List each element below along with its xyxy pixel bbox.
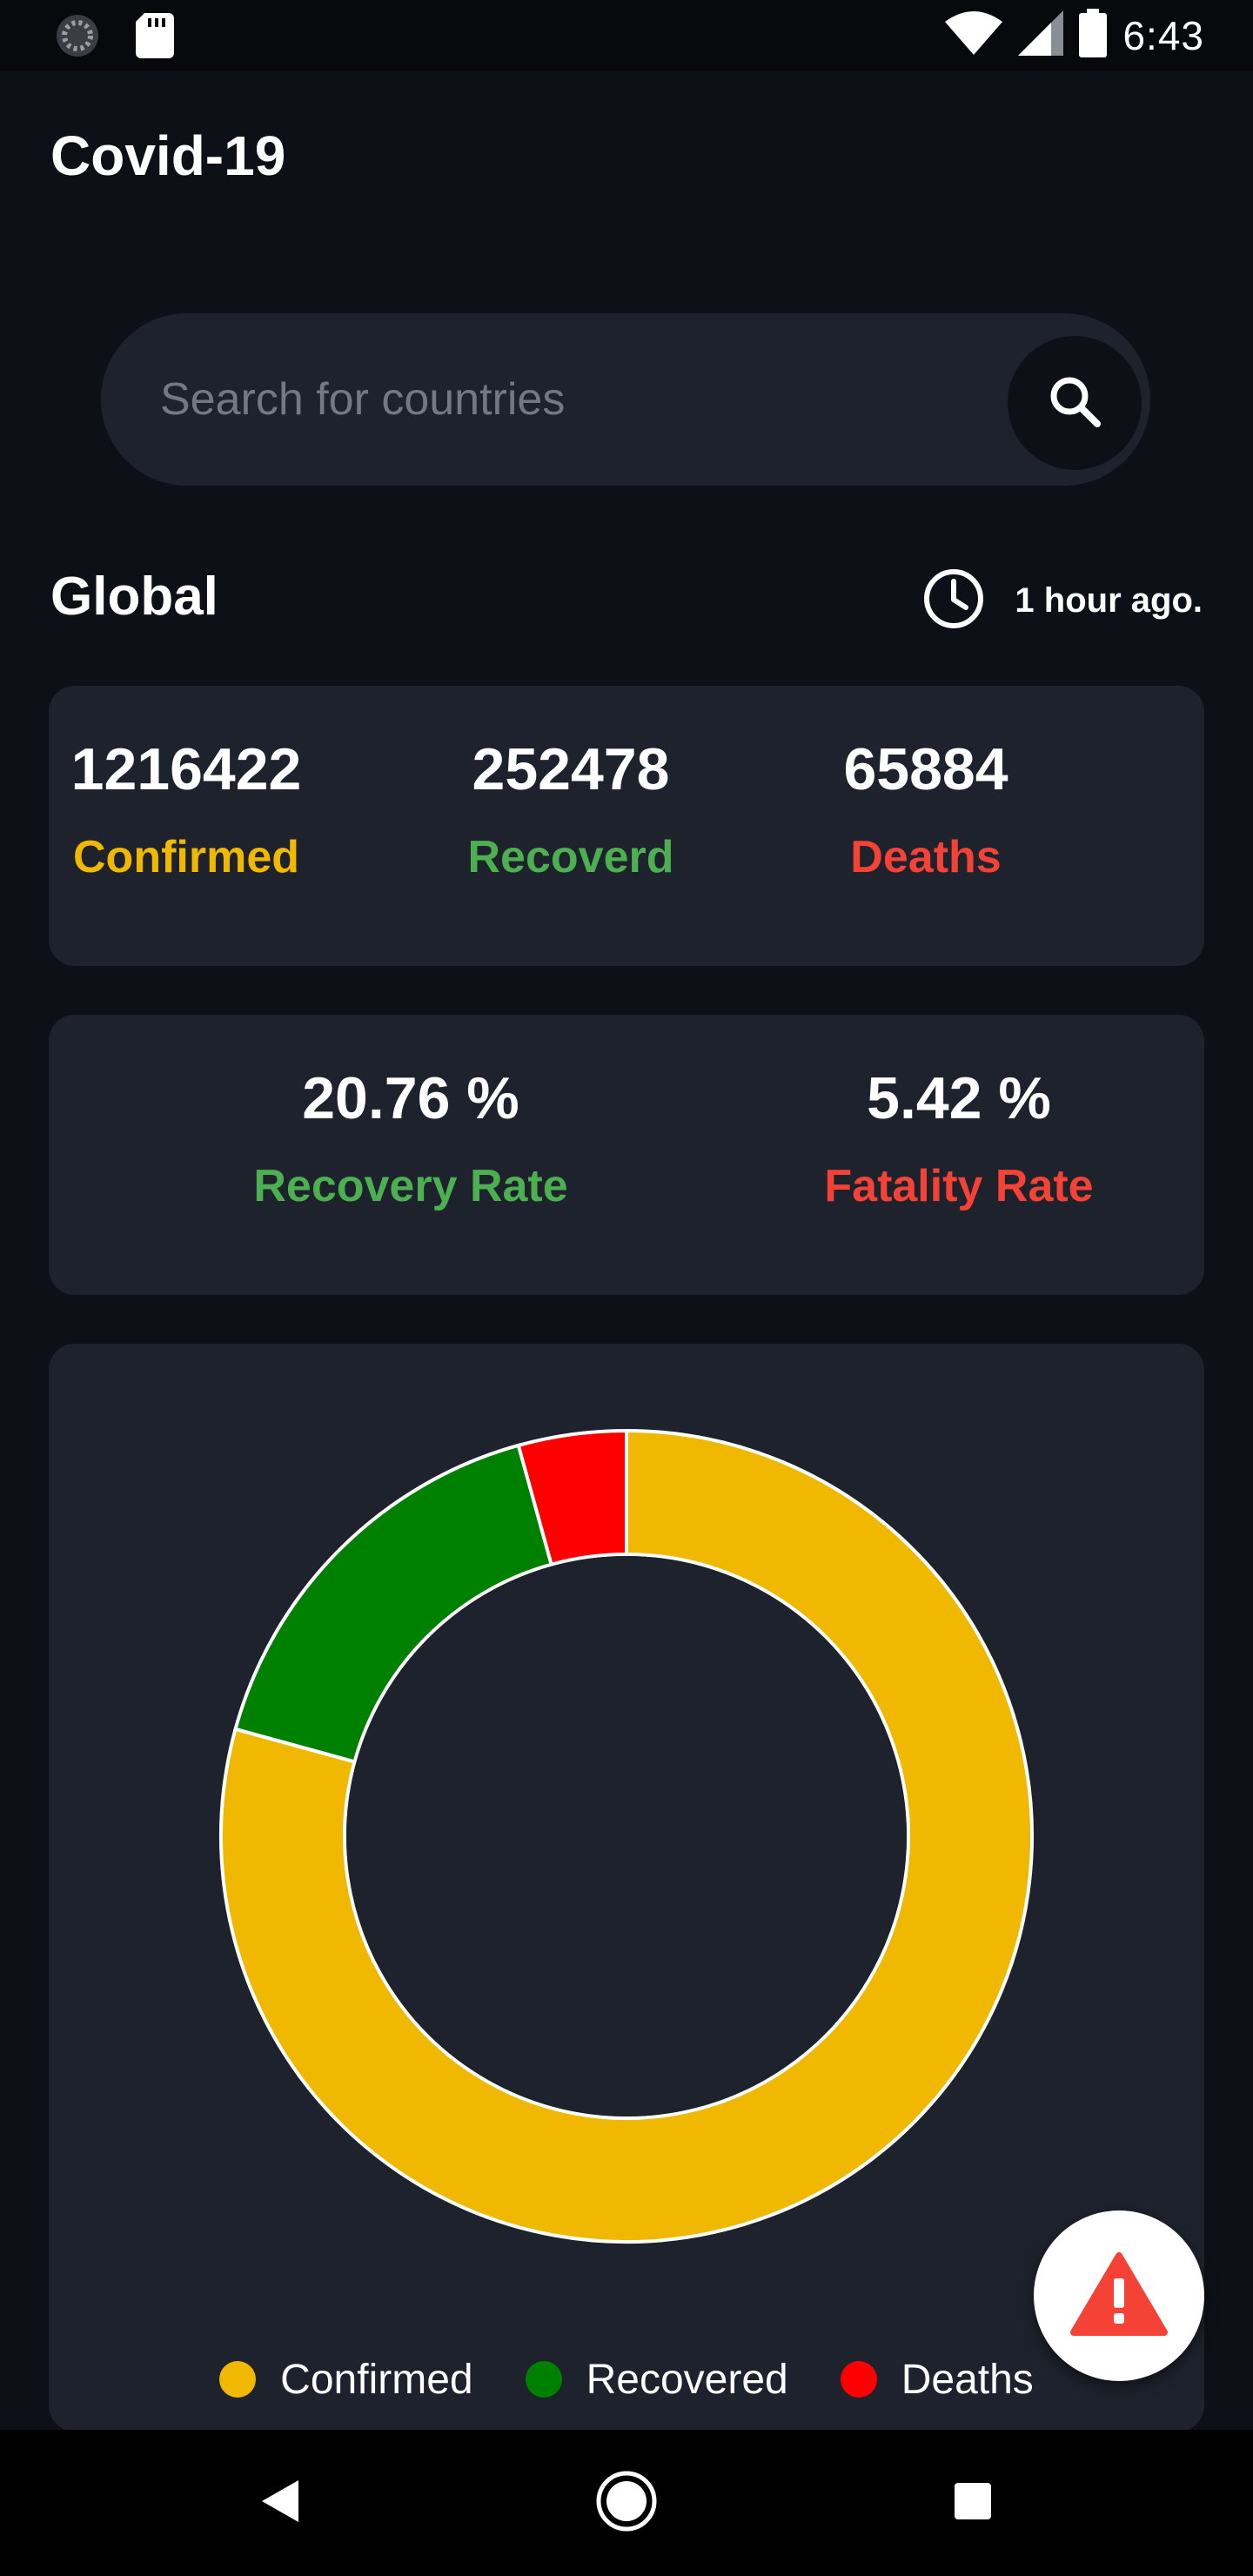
warning-icon	[1070, 2251, 1168, 2340]
legend-label: Deaths	[901, 2356, 1034, 2403]
stat-label: Deaths	[850, 831, 1002, 882]
back-button[interactable]	[245, 2468, 315, 2538]
sd-card-icon	[136, 13, 174, 63]
legend-dot	[840, 2361, 877, 2398]
section-title-global: Global	[50, 567, 218, 627]
stat-label: Recoverd	[467, 831, 674, 882]
rate-label: Recovery Rate	[253, 1160, 568, 1211]
last-updated: 1 hour ago.	[922, 566, 1203, 635]
search-bar	[101, 313, 1150, 486]
chart-card: Confirmed Recovered Deaths	[49, 1344, 1204, 2432]
search-input[interactable]	[158, 313, 985, 486]
home-button[interactable]	[592, 2468, 661, 2538]
donut-hole	[346, 1556, 907, 2116]
battery-icon	[1079, 9, 1108, 62]
stat-confirmed: 1216422 Confirmed	[30, 686, 343, 884]
search-icon	[1047, 373, 1102, 433]
rates-card: 20.76 % Recovery Rate 5.42 % Fatality Ra…	[49, 1015, 1204, 1295]
global-stats-card: 1216422 Confirmed 252478 Recoverd 65884 …	[49, 686, 1204, 966]
alert-fab[interactable]	[1034, 2210, 1204, 2381]
stat-deaths: 65884 Deaths	[769, 686, 1082, 884]
recents-button[interactable]	[938, 2468, 1008, 2538]
back-icon	[260, 2479, 300, 2528]
status-time: 6:43	[1122, 12, 1204, 58]
legend-label: Confirmed	[280, 2356, 473, 2403]
stat-label: Confirmed	[73, 831, 299, 882]
app-bar: Covid-19	[0, 71, 1253, 245]
rate-label: Fatality Rate	[824, 1160, 1094, 1211]
donut-chart	[219, 1428, 1034, 2244]
rate-value: 5.42 %	[867, 1065, 1051, 1131]
stat-recovered: 252478 Recoverd	[414, 686, 727, 884]
recovery-rate: 20.76 % Recovery Rate	[202, 1015, 620, 1213]
search-button[interactable]	[1008, 336, 1142, 470]
recents-icon	[953, 2481, 993, 2526]
legend-label: Recovered	[586, 2356, 788, 2403]
stat-value: 65884	[843, 736, 1008, 802]
loading-icon	[54, 12, 101, 64]
fatality-rate: 5.42 % Fatality Rate	[750, 1015, 1168, 1213]
legend-item-recovered: Recovered	[525, 2356, 788, 2404]
legend-dot	[219, 2361, 257, 2398]
rate-value: 20.76 %	[302, 1065, 519, 1131]
app-title: Covid-19	[50, 124, 286, 187]
legend-item-confirmed: Confirmed	[219, 2356, 473, 2404]
last-updated-text: 1 hour ago.	[1015, 580, 1203, 620]
legend-dot	[525, 2361, 562, 2398]
cell-signal-icon	[1018, 10, 1064, 60]
clock-icon	[922, 567, 985, 634]
home-icon	[595, 2470, 658, 2537]
wifi-icon	[945, 11, 1003, 59]
legend-item-deaths: Deaths	[840, 2356, 1034, 2404]
stat-value: 1216422	[70, 736, 302, 802]
stat-value: 252478	[472, 736, 670, 802]
navigation-bar	[0, 2430, 1253, 2576]
status-bar: 6:43	[0, 0, 1253, 71]
